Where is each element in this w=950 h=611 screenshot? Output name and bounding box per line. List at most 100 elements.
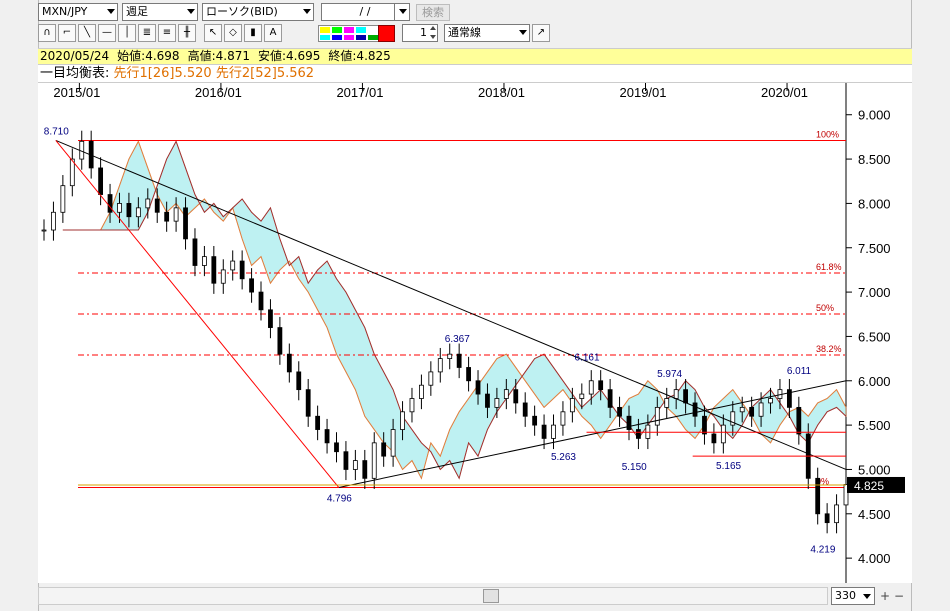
candle-body: [768, 398, 773, 404]
price-annotation: 5.150: [622, 462, 647, 473]
y-tick-label: 7.000: [858, 285, 891, 300]
candle-body: [475, 380, 481, 395]
candle-body: [230, 260, 236, 271]
y-tick-label: 4.500: [858, 507, 891, 522]
period-select-value: 週足: [126, 5, 148, 18]
candle-body: [390, 429, 396, 457]
ichimoku-span2: 先行2[52]5.562: [215, 66, 315, 81]
color-swatch[interactable]: [343, 33, 355, 41]
current-price-label: 4.825: [854, 479, 884, 493]
toolbar-primary: MXN/JPY 週足 ローソク(BID) / / 検索: [38, 3, 912, 23]
candle-body: [164, 211, 170, 222]
line-style-select[interactable]: 通常線: [444, 24, 530, 42]
zoom-value: 330: [835, 589, 856, 602]
color-swatch[interactable]: [331, 33, 343, 41]
candle-body: [702, 415, 707, 435]
date-dropdown-button[interactable]: [394, 3, 410, 21]
candle-body: [154, 198, 160, 213]
candle-body: [815, 477, 821, 515]
candle-body: [569, 398, 575, 413]
x-tick-label: 2016/01: [195, 85, 242, 100]
candle-body: [145, 198, 151, 209]
line-width-stepper[interactable]: 1: [402, 24, 438, 42]
candle-body: [305, 389, 311, 417]
magnet-icon[interactable]: ∩: [38, 24, 56, 42]
chart-area[interactable]: 9.000 8.500 8.000 7.500 7.000 6.500 6.000 5.500…: [38, 83, 912, 583]
chart-kind-select-value: ローソク(BID): [206, 5, 278, 18]
candle-body: [409, 398, 415, 413]
x-tick-label: 2015/01: [53, 85, 100, 100]
candle-body: [579, 393, 585, 399]
pointer-icon[interactable]: ↖: [204, 24, 222, 42]
text-tool-icon[interactable]: A: [264, 24, 282, 42]
color-swatch[interactable]: [319, 26, 331, 34]
pen-icon[interactable]: ↗: [532, 24, 550, 42]
candle-body: [673, 389, 679, 399]
trendline-icon[interactable]: ╲: [78, 24, 96, 42]
zoom-in-icon[interactable]: +: [878, 588, 892, 604]
candle-body: [211, 256, 217, 284]
zoom-select[interactable]: 330: [831, 587, 875, 605]
candle-body: [437, 358, 443, 373]
search-button[interactable]: 検索: [416, 4, 450, 21]
y-tick-label: 8.500: [858, 152, 891, 167]
color-swatch[interactable]: [343, 26, 355, 34]
candle-body: [532, 415, 538, 426]
fib-level-label: 100%: [816, 129, 839, 139]
y-tick-label: 5.500: [858, 418, 891, 433]
color-swatch[interactable]: [355, 33, 367, 41]
candle-body: [268, 309, 273, 328]
chevron-down-icon: [303, 9, 311, 14]
y-tick-label: 4.000: [858, 551, 891, 566]
horizontal-scrollbar[interactable]: [38, 587, 828, 605]
candle-body: [617, 406, 622, 417]
period-select[interactable]: 週足: [122, 3, 198, 21]
line-style-value: 通常線: [448, 26, 481, 39]
candle-body: [541, 424, 547, 439]
candle-body: [239, 260, 245, 280]
candle-body: [381, 442, 387, 457]
fib-retracement-icon[interactable]: ≡: [158, 24, 176, 42]
toolbar-drawing: ∩ ⌐ ╲ — │ ≣ ≡ ╫ ↖ ◇ ▮ A 1 通常線 ↗: [38, 24, 912, 44]
fibonacci-icon[interactable]: ⌐: [58, 24, 76, 42]
candle-body: [173, 207, 179, 222]
y-tick-label: 8.000: [858, 196, 891, 211]
grid-lines-icon[interactable]: ≣: [138, 24, 156, 42]
candle-body: [664, 398, 670, 408]
price-annotation: 5.263: [551, 452, 576, 463]
candle-body: [588, 380, 594, 395]
x-tick-label: 2018/01: [478, 85, 525, 100]
trash-icon[interactable]: ▮: [244, 24, 262, 42]
vertical-line-icon[interactable]: │: [118, 24, 136, 42]
candle-body: [485, 393, 490, 408]
color-swatch[interactable]: [355, 26, 367, 34]
chevron-down-icon[interactable]: [430, 35, 436, 39]
horizontal-line-icon[interactable]: —: [98, 24, 116, 42]
scrollbar-thumb[interactable]: [483, 589, 499, 603]
chevron-up-icon[interactable]: [430, 26, 436, 30]
candle-body: [277, 327, 283, 355]
eraser-icon[interactable]: ◇: [224, 24, 242, 42]
price-chart[interactable]: 9.000 8.500 8.000 7.500 7.000 6.500 6.000 5.500…: [38, 83, 912, 583]
selected-color-swatch[interactable]: [378, 25, 395, 42]
candle-body: [419, 384, 424, 399]
candle-body: [41, 229, 47, 232]
pair-select[interactable]: MXN/JPY: [38, 3, 118, 21]
zoom-out-icon[interactable]: −: [892, 588, 906, 604]
x-tick-label: 2019/01: [620, 85, 667, 100]
price-annotation: 6.367: [445, 334, 470, 345]
candle-body: [626, 415, 632, 430]
channel-icon[interactable]: ╫: [178, 24, 196, 42]
candle-body: [683, 389, 688, 404]
color-swatch[interactable]: [331, 26, 343, 34]
candle-body: [466, 367, 471, 382]
y-tick-label: 5.000: [858, 462, 891, 477]
chevron-down-icon: [187, 9, 195, 14]
chevron-down-icon: [863, 594, 871, 599]
price-annotation: 4.796: [327, 494, 352, 505]
candle-body: [315, 415, 321, 430]
price-annotation: 5.165: [716, 461, 741, 472]
chart-kind-select[interactable]: ローソク(BID): [202, 3, 314, 21]
color-swatch[interactable]: [319, 33, 331, 41]
ohlc-low: 安値:4.695: [257, 49, 321, 63]
